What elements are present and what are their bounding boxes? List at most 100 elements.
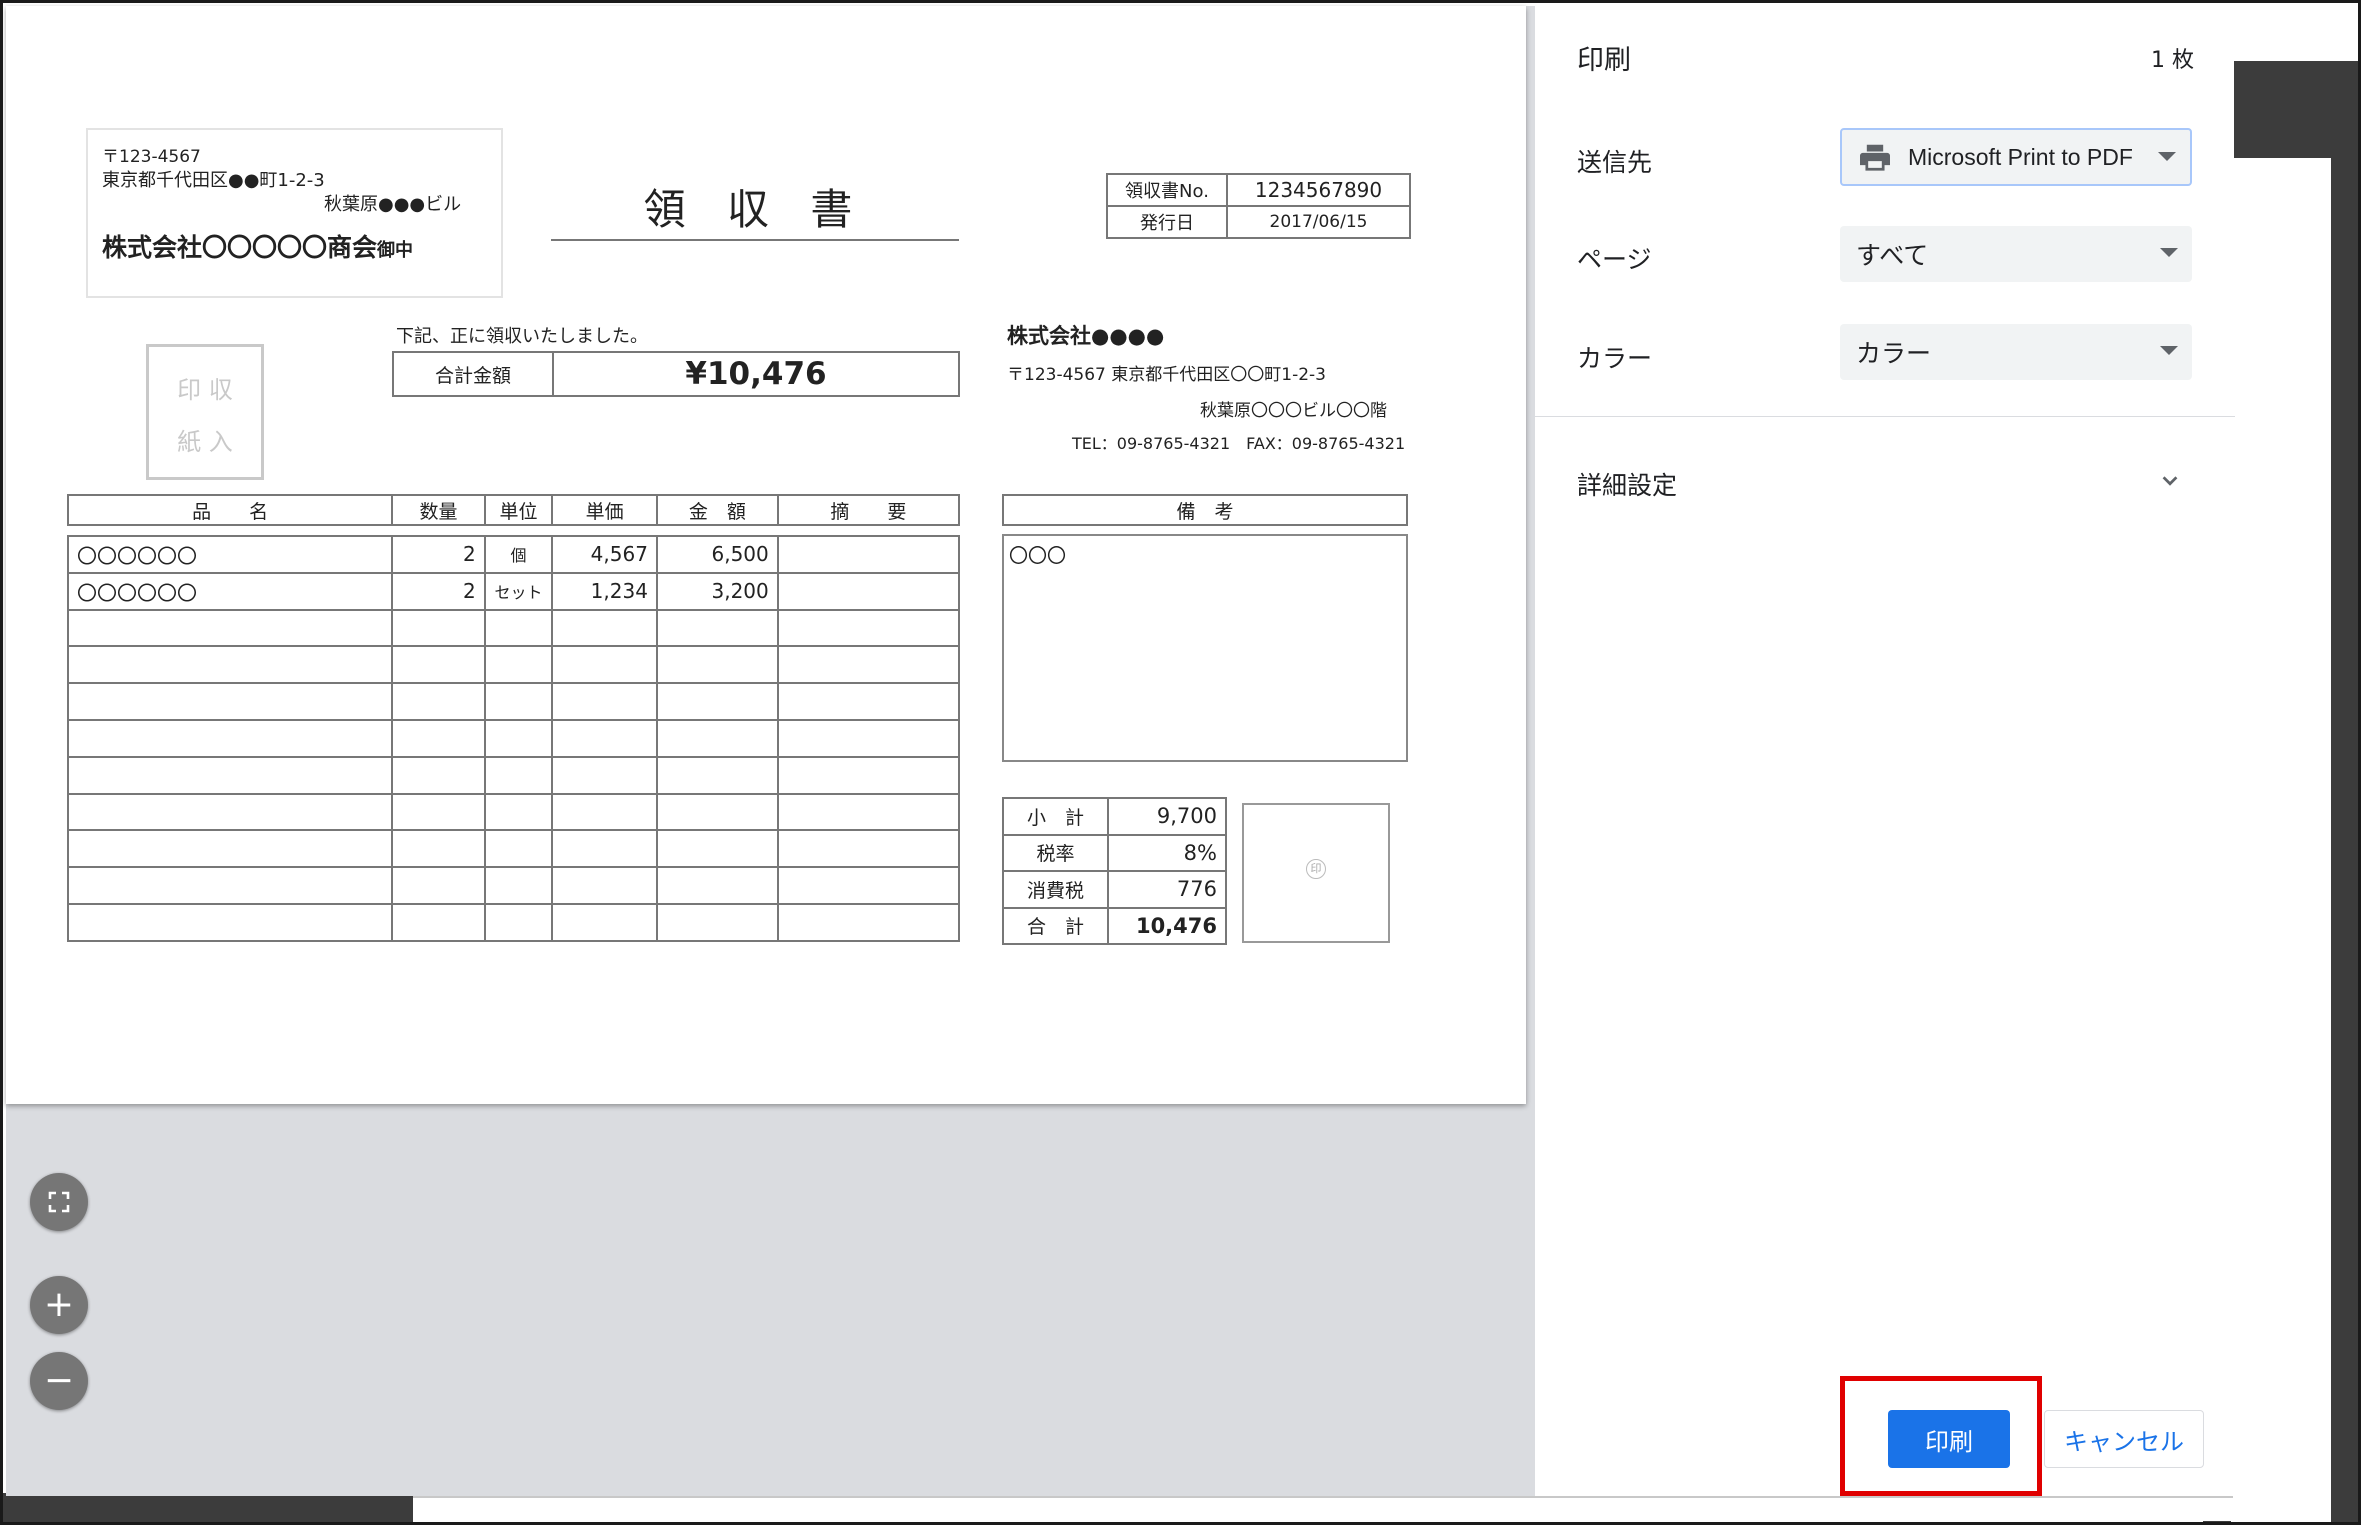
- item-row: 〇〇〇〇〇〇 2 個 4,567 6,500: [66, 535, 961, 574]
- item-row: 〇〇〇〇〇〇 2 セット 1,234 3,200: [66, 571, 961, 611]
- item-cell: [483, 829, 554, 869]
- item-cell: 1,234: [551, 571, 658, 611]
- item-cell: [391, 866, 486, 905]
- total-amount-value: ¥10,476: [552, 351, 960, 397]
- summary-row: 合 計 10,476: [1002, 906, 1227, 945]
- zoom-in-button[interactable]: +: [30, 1276, 88, 1334]
- item-cell: [551, 718, 658, 758]
- item-cell: [776, 645, 961, 685]
- item-row: [66, 608, 961, 648]
- item-cell: [483, 608, 554, 648]
- item-cell: [66, 755, 394, 795]
- item-cell: [655, 902, 779, 942]
- item-cell: [483, 718, 554, 758]
- revenue-stamp-box: [146, 344, 264, 480]
- item-cell: [66, 718, 394, 758]
- title-underline: [551, 239, 959, 241]
- items-header-cell: 単位: [483, 494, 554, 526]
- summary-row: 小 計 9,700: [1002, 797, 1227, 836]
- item-cell: [483, 645, 554, 685]
- item-row: [66, 829, 961, 869]
- item-cell: [391, 682, 486, 721]
- summary-label: 消費税: [1002, 870, 1109, 909]
- item-cell: [655, 755, 779, 795]
- summary-value: 9,700: [1107, 797, 1227, 836]
- item-cell: [655, 718, 779, 758]
- fit-to-page-icon: [48, 1191, 70, 1213]
- receipt-title: 領 収 書: [643, 185, 867, 234]
- received-text: 下記、正に領収いたしました。: [396, 326, 648, 347]
- recipient-honorific: 御中: [377, 240, 414, 261]
- remarks-box: [1002, 534, 1408, 762]
- item-row: [66, 645, 961, 685]
- item-row: [66, 682, 961, 721]
- background-window-bottom-page: [413, 1496, 2233, 1521]
- summary-value: 776: [1107, 870, 1227, 909]
- summary-body: 小 計 9,700 税率 8% 消費税 776 合 計 10,476: [1002, 797, 1227, 945]
- issue-date-label: 発行日: [1106, 205, 1228, 239]
- item-cell: [776, 571, 961, 611]
- item-cell: 3,200: [655, 571, 779, 611]
- item-cell: [551, 682, 658, 721]
- item-row: [66, 755, 961, 795]
- pages-label: ページ: [1577, 245, 1652, 274]
- item-cell: [391, 755, 486, 795]
- receipt-no-value: 1234567890: [1226, 173, 1411, 207]
- summary-row: 税率 8%: [1002, 833, 1227, 872]
- item-cell: [776, 755, 961, 795]
- items-header-cell: 品 名: [66, 494, 394, 526]
- item-cell: 〇〇〇〇〇〇: [66, 535, 394, 574]
- item-row: [66, 792, 961, 832]
- item-cell: [391, 608, 486, 648]
- background-window-bottom: [3, 1493, 413, 1522]
- item-cell: [391, 902, 486, 942]
- remarks-label: 備 考: [1002, 494, 1408, 526]
- remarks-text: 〇〇〇: [1009, 545, 1067, 567]
- issuer-address: 〒123-4567 東京都千代田区〇〇町1-2-3: [1007, 365, 1326, 385]
- color-select[interactable]: カラー: [1840, 324, 2192, 380]
- item-cell: [776, 792, 961, 832]
- seal-mark: 印: [1306, 859, 1326, 879]
- item-cell: [776, 718, 961, 758]
- item-cell: 個: [483, 535, 554, 574]
- items-header-cell: 単価: [551, 494, 658, 526]
- receipt-no-label: 領収書No.: [1106, 173, 1228, 207]
- item-cell: [551, 645, 658, 685]
- summary-value: 10,476: [1107, 906, 1227, 945]
- items-table: 〇〇〇〇〇〇 2 個 4,567 6,500 〇〇〇〇〇〇 2 セット 1,234 3,200: [66, 535, 961, 942]
- preview-page: 〒123-4567 東京都千代田区●●町1-2-3 秋葉原●●●ビル 株式会社〇…: [6, 6, 1526, 1104]
- fit-to-page-button[interactable]: [30, 1173, 88, 1231]
- print-preview-area[interactable]: 〒123-4567 東京都千代田区●●町1-2-3 秋葉原●●●ビル 株式会社〇…: [6, 6, 1534, 1496]
- item-cell: [483, 682, 554, 721]
- item-cell: 6,500: [655, 535, 779, 574]
- item-cell: [776, 829, 961, 869]
- item-row: [66, 718, 961, 758]
- item-cell: [66, 608, 394, 648]
- item-cell: [655, 829, 779, 869]
- total-amount-table: 合計金額 ¥10,476: [392, 351, 960, 397]
- summary-label: 税率: [1002, 833, 1109, 872]
- item-cell: [66, 645, 394, 685]
- item-cell: 2: [391, 535, 486, 574]
- chevron-down-icon: [2160, 248, 2178, 257]
- destination-select[interactable]: Microsoft Print to PDF: [1840, 128, 2192, 186]
- items-body: 〇〇〇〇〇〇 2 個 4,567 6,500 〇〇〇〇〇〇 2 セット 1,234 3,200: [66, 535, 961, 942]
- item-cell: [66, 682, 394, 721]
- zoom-out-button[interactable]: −: [30, 1352, 88, 1410]
- item-row: [66, 866, 961, 905]
- pages-select[interactable]: すべて: [1840, 226, 2192, 282]
- cancel-button[interactable]: キャンセル: [2044, 1410, 2204, 1468]
- item-cell: [551, 902, 658, 942]
- item-cell: セット: [483, 571, 554, 611]
- print-button[interactable]: 印刷: [1888, 1410, 2010, 1468]
- item-cell: [655, 866, 779, 905]
- item-cell: [551, 792, 658, 832]
- summary-row: 消費税 776: [1002, 870, 1227, 909]
- item-cell: [655, 608, 779, 648]
- advanced-settings-toggle[interactable]: 詳細設定: [1535, 446, 2235, 516]
- items-header-cell: 金 額: [655, 494, 779, 526]
- items-header-table: 品 名数量 単位 単価金 額摘 要: [66, 494, 961, 526]
- pages-value: すべて: [1856, 241, 1929, 270]
- item-cell: [551, 608, 658, 648]
- issuer-company: 株式会社●●●●: [1007, 324, 1165, 348]
